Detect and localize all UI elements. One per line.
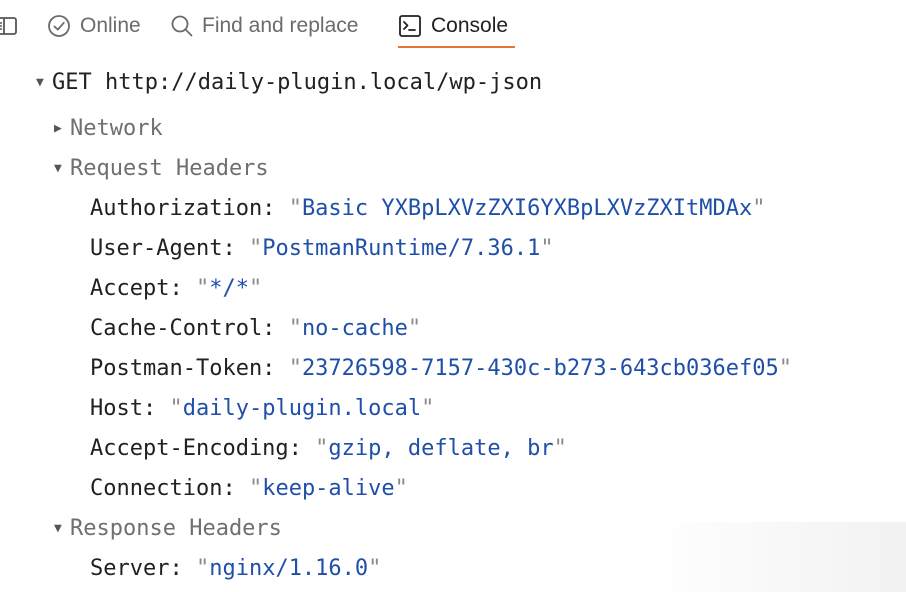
collapsed-arrow-icon[interactable]: ▶	[54, 121, 70, 136]
header-row: Connection: " keep-alive "	[90, 475, 408, 501]
header-key: Cache-Control:	[90, 315, 276, 341]
sidebar-toggle-button[interactable]	[0, 0, 20, 52]
network-label: Network	[70, 115, 163, 141]
header-value: keep-alive	[262, 475, 395, 501]
expanded-arrow-icon[interactable]: ▼	[36, 75, 52, 90]
header-value: 23726598-7157-430c-b273-643cb036ef05	[301, 355, 779, 381]
network-section[interactable]: ▶ Network	[54, 108, 163, 148]
search-icon	[170, 14, 194, 38]
header-key: Accept:	[90, 275, 183, 301]
header-row: Authorization: " Basic YXBpLXVzZXI6YXBpLX…	[90, 195, 766, 221]
header-row: Host: " daily-plugin.local "	[90, 395, 435, 421]
console-panel: ▼ GET http://daily-plugin.local/wp-json …	[0, 60, 906, 592]
response-headers-section[interactable]: ▼ Response Headers	[54, 508, 282, 548]
header-key: User-Agent:	[90, 235, 236, 261]
tab-find-and-replace[interactable]: Find and replace	[170, 0, 358, 52]
header-key: Authorization:	[90, 195, 276, 221]
request-headers-section[interactable]: ▼ Request Headers	[54, 148, 269, 188]
request-headers-label: Request Headers	[70, 155, 269, 181]
header-value: Basic YXBpLXVzZXI6YXBpLXVzZXItMDAx	[301, 195, 753, 221]
header-value: daily-plugin.local	[182, 395, 422, 421]
request-entry[interactable]: ▼ GET http://daily-plugin.local/wp-json	[36, 62, 542, 102]
check-circle-icon	[47, 14, 71, 38]
header-row: Cache-Control: " no-cache "	[90, 315, 422, 341]
tab-console[interactable]: Console	[398, 0, 508, 52]
header-value: no-cache	[301, 315, 408, 341]
tab-bar: Online Find and replace Console	[0, 0, 906, 52]
tab-console-label: Console	[431, 14, 509, 37]
request-url: http://daily-plugin.local/wp-json	[105, 69, 543, 95]
header-value: nginx/1.16.0	[209, 555, 369, 581]
header-key: Connection:	[90, 475, 236, 501]
sidebar-icon	[0, 15, 20, 37]
header-key: Postman-Token:	[90, 355, 276, 381]
active-tab-indicator	[398, 46, 515, 48]
header-key: Host:	[90, 395, 157, 421]
expanded-arrow-icon[interactable]: ▼	[54, 521, 70, 536]
tab-online[interactable]: Online	[47, 0, 141, 52]
header-value: PostmanRuntime/7.36.1	[262, 235, 541, 261]
header-row: Accept-Encoding: " gzip, deflate, br "	[90, 435, 567, 461]
tab-online-label: Online	[80, 14, 141, 37]
expanded-arrow-icon[interactable]: ▼	[54, 161, 70, 176]
header-row: Accept: " */* "	[90, 275, 263, 301]
request-method: GET	[52, 69, 92, 95]
header-key: Server:	[90, 555, 183, 581]
header-value: gzip, deflate, br	[328, 435, 554, 461]
response-headers-label: Response Headers	[70, 515, 282, 541]
header-value: */*	[209, 275, 249, 301]
terminal-icon	[398, 14, 422, 38]
header-key: Accept-Encoding:	[90, 435, 302, 461]
header-row: Postman-Token: " 23726598-7157-430c-b273-…	[90, 355, 793, 381]
bottom-shade	[646, 522, 906, 592]
header-row: Server: " nginx/1.16.0 "	[90, 555, 382, 581]
tab-find-and-replace-label: Find and replace	[202, 14, 359, 37]
header-row: User-Agent: " PostmanRuntime/7.36.1 "	[90, 235, 554, 261]
